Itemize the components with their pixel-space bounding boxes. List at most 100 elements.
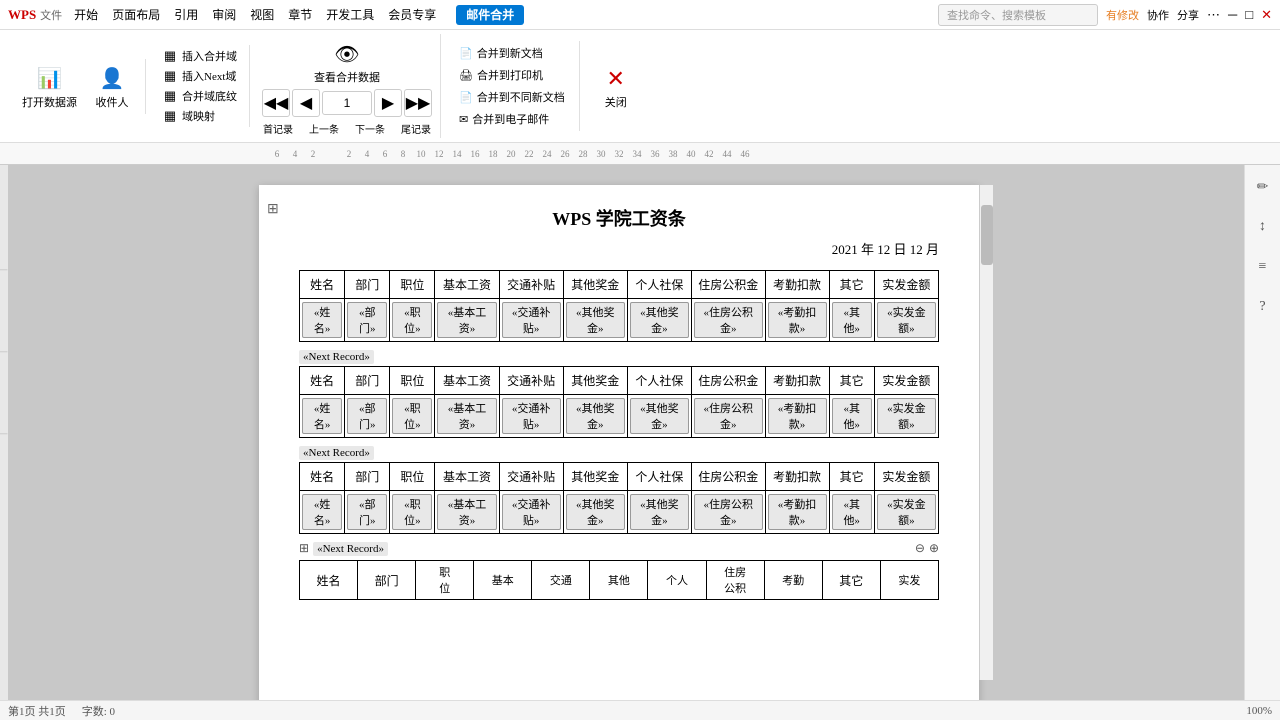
merge-housing-2: «住房公积金» — [694, 398, 763, 434]
header-pos-2: 职位 — [390, 367, 435, 395]
field-map-icon: ▦ — [162, 108, 178, 124]
zoom-minus-icon[interactable]: ⊖ — [915, 541, 925, 556]
edit-sidebar-icon[interactable]: ✏ — [1249, 173, 1277, 201]
first-record-btn[interactable]: ◀◀ — [262, 89, 290, 117]
merge-other-1: «其他» — [832, 302, 872, 338]
ruler-mark: 38 — [664, 149, 682, 159]
scrollbar-thumb[interactable] — [981, 205, 993, 265]
menu-sidebar-icon[interactable]: ≡ — [1249, 253, 1277, 281]
resize-sidebar-icon[interactable]: ↕ — [1249, 213, 1277, 241]
ruler-mark: 6 — [376, 149, 394, 159]
field-base-3: «基本工资» — [435, 491, 499, 534]
merge-to-email-btn[interactable]: ✉ 合并到电子邮件 — [453, 109, 571, 129]
ribbon-group-view: 👁 查看合并数据 ◀◀ ◀ ▶ ▶▶ 首记录 上一条 下一条 尾记录 — [254, 34, 441, 138]
field-other-val-3: «其他» — [829, 491, 874, 534]
menu-reference[interactable]: 引用 — [168, 4, 204, 25]
merge-name-3: «姓名» — [302, 494, 342, 530]
minimize-btn[interactable]: ─ — [1228, 7, 1237, 23]
record-number-input[interactable] — [322, 91, 372, 115]
header-transport-3: 交通补贴 — [499, 463, 563, 491]
insert-merge-field-btn[interactable]: ▦ 插入合并域 — [158, 47, 241, 65]
help-sidebar-icon[interactable]: ? — [1249, 293, 1277, 321]
maximize-btn[interactable]: □ — [1245, 7, 1253, 23]
search-box[interactable]: 查找命令、搜索模板 — [938, 4, 1098, 26]
last-record-btn[interactable]: ▶▶ — [404, 89, 432, 117]
field-map-btn[interactable]: ▦ 域映射 — [158, 107, 241, 125]
menu-start[interactable]: 开始 — [68, 4, 104, 25]
ruler-mark: 36 — [646, 149, 664, 159]
header-transport-1: 交通补贴 — [499, 271, 563, 299]
next-record-btn[interactable]: ▶ — [374, 89, 402, 117]
field-personal-ins-3: «其他奖金» — [627, 491, 691, 534]
merge-bg-label: 合并域底纹 — [182, 88, 237, 104]
merge-actual-1: «实发金额» — [877, 302, 936, 338]
add-table-icon[interactable]: ⊞ — [267, 201, 279, 218]
merge-to-print-btn[interactable]: 🖨 合并到打印机 — [453, 65, 571, 85]
menu-view[interactable]: 视图 — [244, 4, 280, 25]
next-record-1: «Next Record» — [299, 350, 374, 364]
insert-next-btn[interactable]: ▦ 插入Next域 — [158, 67, 241, 85]
header-pos-3: 职位 — [390, 463, 435, 491]
header-dept-2: 部门 — [345, 367, 390, 395]
merge-actual-2: «实发金额» — [877, 398, 936, 434]
header-name-2: 姓名 — [300, 367, 345, 395]
header-other-bonus-1: 其他奖金 — [563, 271, 627, 299]
next-record-2: «Next Record» — [299, 446, 374, 460]
merge-to-diff-doc-btn[interactable]: 📄 合并到不同新文档 — [453, 87, 571, 107]
document-area[interactable]: ⊞ WPS 学院工资条 2021 年 12 日 12 月 姓名 部门 职位 基本… — [8, 165, 1244, 700]
insert-next-icon: ▦ — [162, 68, 178, 84]
ribbon-group-open-data: 📊 打开数据源 👤 收件人 — [8, 59, 146, 114]
merge-transport-1: «交通补贴» — [502, 302, 561, 338]
file-menu[interactable]: 文件 — [40, 7, 62, 23]
header-other-2: 其它 — [829, 367, 874, 395]
merge-actual-3: «实发金额» — [877, 494, 936, 530]
prev-record-btn[interactable]: ◀ — [292, 89, 320, 117]
prev-label: 上一条 — [309, 121, 339, 136]
document-title: WPS 学院工资条 — [299, 205, 939, 231]
add-row-icon[interactable]: ⊞ — [299, 541, 309, 556]
header-housing-2: 住房公积金 — [691, 367, 765, 395]
merge-attendance-3: «考勤扣款» — [768, 494, 827, 530]
share-btn[interactable]: 分享 — [1177, 7, 1199, 23]
header-pos-4: 职位 — [416, 561, 474, 600]
next-record-label-2: «Next Record» — [299, 442, 939, 462]
merge-dept-3: «部门» — [347, 494, 387, 530]
word-count: 字数: 0 — [82, 703, 115, 719]
header-personal-ins-3: 个人社保 — [627, 463, 691, 491]
more-btn[interactable]: ⋯ — [1207, 7, 1220, 23]
field-name-2: «姓名» — [300, 395, 345, 438]
collaborate-btn[interactable]: 协作 — [1147, 7, 1169, 23]
open-data-source-btn[interactable]: 📊 打开数据源 — [16, 61, 83, 112]
zoom-plus-icon[interactable]: ⊕ — [929, 541, 939, 556]
menu-devtools[interactable]: 开发工具 — [320, 4, 380, 25]
merge-personal-ins-3: «其他奖金» — [630, 494, 689, 530]
menu-vip[interactable]: 会员专享 — [382, 4, 442, 25]
recipients-btn[interactable]: 👤 收件人 — [87, 61, 137, 112]
left-bar: | | | — [0, 165, 8, 700]
ruler-mark: 32 — [610, 149, 628, 159]
merge-to-new-doc-btn[interactable]: 📄 合并到新文档 — [453, 43, 571, 63]
table-section-4: 姓名 部门 职位 基本 交通 其他 个人 住房公积 考勤 其它 实发 — [299, 560, 939, 600]
field-dept-1: «部门» — [345, 299, 390, 342]
close-ribbon-btn[interactable]: ✕ 关闭 — [592, 59, 640, 114]
header-transport-4: 交通 — [532, 561, 590, 600]
ruler-mark: 40 — [682, 149, 700, 159]
field-housing-1: «住房公积金» — [691, 299, 765, 342]
field-dept-2: «部门» — [345, 395, 390, 438]
vertical-scrollbar[interactable] — [979, 185, 993, 680]
insert-next-label: 插入Next域 — [182, 68, 236, 84]
merge-other-3: «其他» — [832, 494, 872, 530]
view-merge-data-btn[interactable]: 👁 查看合并数据 — [308, 36, 386, 87]
insert-fields-btns: ▦ 插入合并域 ▦ 插入Next域 ▦ 合并域底纹 ▦ 域映射 — [158, 47, 241, 125]
mail-merge-tab[interactable]: 邮件合并 — [456, 5, 524, 25]
merge-other-bonus-3: «其他奖金» — [566, 494, 625, 530]
ruler-mark: 22 — [520, 149, 538, 159]
merge-bg-btn[interactable]: ▦ 合并域底纹 — [158, 87, 241, 105]
close-window-btn[interactable]: ✕ — [1261, 7, 1272, 23]
menu-chapter[interactable]: 章节 — [282, 4, 318, 25]
menu-review[interactable]: 审阅 — [206, 4, 242, 25]
menu-layout[interactable]: 页面布局 — [106, 4, 166, 25]
header-other-bonus-3: 其他奖金 — [563, 463, 627, 491]
document-page: ⊞ WPS 学院工资条 2021 年 12 日 12 月 姓名 部门 职位 基本… — [259, 185, 979, 700]
table-data-row-3: «姓名» «部门» «职位» «基本工资» «交通补贴» «其他奖金» «其他奖… — [300, 491, 939, 534]
